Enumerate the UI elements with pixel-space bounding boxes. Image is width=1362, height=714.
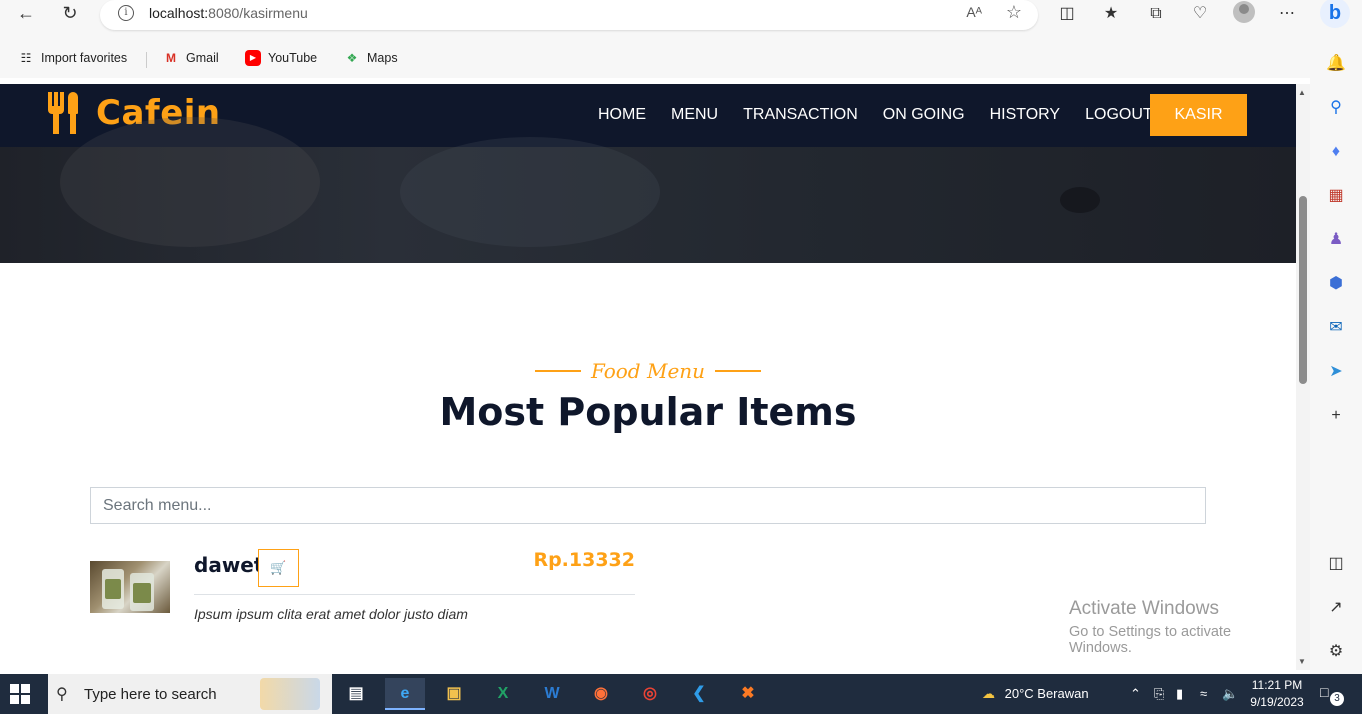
edge-sidebar: 🔔 ⚲ ♦ ▦ ♟ ⬢ ✉ ➤ + ◫ ↗ ⚙ [1310,38,1362,674]
refresh-icon[interactable]: ↻ [58,2,82,26]
back-icon[interactable]: ← [14,2,38,26]
taskbar-search[interactable]: ⚲ Type here to search [48,674,332,714]
browser-essentials-icon[interactable]: ♡ [1189,3,1211,25]
scroll-down-icon[interactable]: ▼ [1298,657,1306,666]
weather-widget[interactable]: ☁ 20°C Berawan [982,674,1089,714]
tools-briefcase-icon[interactable]: ▦ [1324,184,1348,208]
maps-icon: ❖ [346,51,358,65]
more-options-icon[interactable]: ⋯ [1276,3,1298,25]
cloudy-weather-icon: ☁ [982,686,995,701]
favorites-icon[interactable]: ★ [1100,3,1122,25]
menu-item-name: dawet [194,553,264,577]
add-to-cart-button[interactable]: 🛒 [258,549,299,587]
volume-icon[interactable]: 🔈 [1222,674,1238,714]
office-icon[interactable]: ⬢ [1324,272,1348,296]
firefox-icon[interactable]: ◉ [581,678,621,710]
bing-chat-icon[interactable]: b [1320,0,1350,28]
device-icon[interactable]: ⎘ [1154,674,1164,714]
chrome-icon[interactable]: ◎ [630,678,670,710]
scroll-up-icon[interactable]: ▲ [1298,88,1306,97]
windows-taskbar: ⚲ Type here to search ▤ e ▣ X W ◉ ◎ ❮ ✖ … [0,674,1362,714]
nav-on-going[interactable]: ON GOING [883,106,965,124]
search-icon[interactable]: ⚲ [1324,96,1348,120]
gmail-icon: M [166,51,176,65]
excel-icon[interactable]: X [483,678,523,710]
favorite-gmail[interactable]: M Gmail [163,50,219,66]
file-explorer-icon[interactable]: ▣ [434,678,474,710]
kasir-button[interactable]: KASIR [1150,94,1247,136]
favorite-star-icon[interactable]: ☆ [1006,2,1022,23]
import-icon: ☷ [20,51,32,65]
read-aloud-icon[interactable]: Aᴬ [966,4,982,20]
external-link-icon[interactable]: ↗ [1324,596,1348,620]
nav-history[interactable]: HISTORY [990,106,1061,124]
nav-home[interactable]: HOME [598,106,646,124]
wifi-icon[interactable]: ≈ [1200,674,1207,714]
favorite-youtube[interactable]: ▶ YouTube [245,50,317,66]
search-menu-input[interactable]: Search menu... [90,487,1206,524]
notifications-bell-icon[interactable]: 🔔 [1324,52,1348,76]
search-highlight-image [260,678,320,710]
scrollbar-thumb[interactable] [1299,196,1307,384]
xampp-icon[interactable]: ✖ [728,678,768,710]
main-menu: HOME MENU TRANSACTION ON GOING HISTORY L… [598,106,1178,124]
send-icon[interactable]: ➤ [1324,360,1348,384]
word-icon[interactable]: W [532,678,572,710]
menu-item-description: Ipsum ipsum clita erat amet dolor justo … [194,606,468,622]
outlook-icon[interactable]: ✉ [1324,316,1348,340]
sidebar-toggle-icon[interactable]: ◫ [1324,552,1348,576]
url-text[interactable]: localhost:8080/kasirmenu [149,5,308,21]
favorites-bar: ☷ Import favorites M Gmail ▶ YouTube ❖ M… [0,38,1362,78]
collections-icon[interactable]: ⧉ [1145,3,1167,25]
vscode-icon[interactable]: ❮ [679,678,719,710]
menu-item-price: Rp.13332 [533,549,635,571]
show-hidden-icons-icon[interactable]: ⌃ [1130,674,1141,714]
section-subtitle: Food Menu [0,359,1296,383]
address-bar[interactable]: i localhost:8080/kasirmenu Aᴬ ☆ [100,0,1038,30]
task-view-icon[interactable]: ▤ [336,678,376,710]
windows-start-icon[interactable] [10,684,30,704]
utensils-icon [46,92,82,134]
menu-item-divider [194,594,635,595]
page-scrollbar[interactable]: ▲ ▼ [1296,84,1310,670]
battery-icon[interactable]: ▮ [1176,674,1183,714]
menu-item-image [90,561,170,613]
cart-icon: 🛒 [270,560,287,575]
games-icon[interactable]: ♟ [1324,228,1348,252]
page-viewport: Cafein HOME MENU TRANSACTION ON GOING HI… [0,84,1296,670]
nav-menu[interactable]: MENU [671,106,718,124]
settings-gear-icon[interactable]: ⚙ [1324,640,1348,664]
add-icon[interactable]: + [1324,404,1348,428]
system-clock[interactable]: 11:21 PM 9/19/2023 [1248,677,1306,711]
youtube-icon: ▶ [245,50,261,66]
notification-count: 3 [1330,692,1344,706]
section-title: Most Popular Items [439,390,857,434]
shopping-tag-icon[interactable]: ♦ [1324,140,1348,164]
notification-center-icon[interactable]: □ 3 [1320,684,1344,706]
split-screen-icon[interactable]: ◫ [1056,3,1078,25]
favorite-maps[interactable]: ❖ Maps [344,50,398,66]
activate-windows-watermark: Activate Windows Go to Settings to activ… [1069,598,1232,656]
favorite-import[interactable]: ☷ Import favorites [18,50,128,66]
favorites-divider [146,52,147,68]
profile-avatar[interactable] [1233,1,1255,23]
hero-banner-image [0,117,1296,263]
edge-taskbar-icon[interactable]: e [385,678,425,710]
search-icon: ⚲ [56,686,68,703]
browser-toolbar: ← ↻ i localhost:8080/kasirmenu Aᴬ ☆ ◫ ★ … [0,0,1362,38]
site-info-icon[interactable]: i [118,5,134,21]
nav-logout[interactable]: LOGOUT [1085,106,1153,124]
nav-transaction[interactable]: TRANSACTION [743,106,858,124]
